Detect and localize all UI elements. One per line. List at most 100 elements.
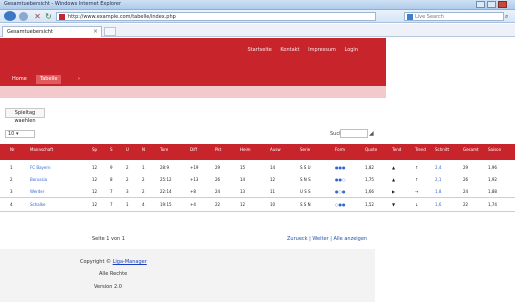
nav-item-active[interactable]: Tabelle (36, 75, 62, 84)
table-cell: 14 (270, 165, 276, 170)
pagination-info: Seite 1 von 1 (92, 236, 125, 242)
copyright-link[interactable]: Liga-Manager (113, 259, 147, 265)
table-cell[interactable]: Borussia (30, 177, 47, 182)
window-titlebar: Gesamtuebersicht - Windows Internet Expl… (0, 0, 515, 10)
browser-search-input[interactable]: Live Search (404, 12, 504, 21)
table-cell: 1,92 (488, 177, 497, 182)
maximize-button[interactable] (487, 1, 496, 8)
col-header[interactable]: Tend (392, 148, 401, 152)
col-header[interactable]: Sp (92, 148, 97, 152)
tab-close-icon[interactable]: × (93, 28, 98, 35)
table-cell: 24 (215, 189, 221, 194)
top-menu: Startseite Kontakt Impressum Login (240, 47, 358, 53)
pagination-links[interactable]: Zurueck | Weiter | Alle anzeigen (287, 236, 367, 242)
rows-per-page-select[interactable]: 10 ▾ (5, 130, 35, 138)
table-cell: 29 (215, 165, 221, 170)
table-cell[interactable]: FC Bayern (30, 165, 51, 170)
table-cell: U S S (300, 189, 311, 194)
table-row[interactable]: 4 Schalke 12 7 1 4 19:15 +4 22 12 10 S S N ○●● 1,52 ▼ ↓… (0, 199, 515, 210)
table-cell: 1,6 (435, 202, 442, 207)
col-header[interactable]: U (126, 148, 129, 152)
sub-navbar (0, 86, 386, 98)
table-cell: ○●● (335, 202, 346, 207)
table-cell: 3 (10, 189, 13, 194)
table-cell: 3 (126, 189, 129, 194)
page-footer: Copyright © Liga-Manager Alle Rechte Ver… (0, 249, 375, 302)
col-header[interactable]: Saison (488, 148, 501, 152)
address-bar[interactable]: http://www.example.com/tabelle/index.php (56, 12, 376, 21)
table-cell: 12 (240, 202, 246, 207)
table-cell: 2,4 (435, 165, 442, 170)
refresh-icon[interactable]: ↻ (44, 12, 53, 21)
table-row[interactable]: 1 FC Bayern 12 9 2 1 28:9 +19 29 15 14 S S U ●●● 1,82… (0, 162, 515, 173)
table-cell: 15 (240, 165, 246, 170)
col-header[interactable]: Diff (190, 148, 197, 152)
table-cell: 13 (240, 189, 246, 194)
top-menu-item[interactable]: Startseite (247, 47, 271, 53)
table-cell: 1,52 (365, 202, 374, 207)
table-cell: 1 (142, 165, 145, 170)
filter-icon[interactable]: ◢ (369, 130, 374, 137)
table-cell: 12 (92, 202, 98, 207)
col-header[interactable]: Ausw (270, 148, 281, 152)
table-cell: ▲ (392, 177, 396, 182)
col-header[interactable]: Form (335, 148, 345, 152)
table-cell: ↓ (415, 202, 419, 207)
table-cell: 26 (215, 177, 221, 182)
col-header[interactable]: Mannschaft (30, 148, 53, 152)
table-cell: 11 (270, 189, 276, 194)
table-cell: 4 (142, 202, 145, 207)
col-header[interactable]: Heim (240, 148, 250, 152)
col-header[interactable]: Pkt (215, 148, 221, 152)
address-text[interactable]: http://www.example.com/tabelle/index.php (68, 14, 176, 20)
col-header[interactable]: N (142, 148, 145, 152)
col-header[interactable]: Schnitt (435, 148, 449, 152)
filter-input[interactable] (340, 129, 368, 138)
table-cell: 22 (215, 202, 221, 207)
table-cell: +8 (190, 189, 196, 194)
search-icon[interactable]: ⌕ (505, 13, 512, 20)
col-header[interactable]: Tore (160, 148, 168, 152)
copyright-prefix: Copyright © (80, 259, 113, 265)
new-tab-button[interactable] (104, 27, 116, 36)
col-header[interactable]: Serie (300, 148, 310, 152)
table-cell: ●○● (335, 189, 346, 194)
table-cell: 10 (270, 202, 276, 207)
table-cell: 26 (463, 177, 469, 182)
col-header[interactable]: S (110, 148, 113, 152)
table-cell: 2 (142, 189, 145, 194)
col-header[interactable]: Gesamt (463, 148, 479, 152)
table-cell[interactable]: Schalke (30, 202, 45, 207)
table-cell: 7 (110, 189, 113, 194)
footer-line: Alle Rechte (99, 271, 128, 277)
top-menu-item[interactable]: Kontakt (280, 47, 299, 53)
table-cell: ●●○ (335, 177, 346, 182)
back-icon[interactable] (4, 11, 16, 21)
footer-line: Version 2.0 (94, 284, 122, 290)
table-cell: 1,82 (365, 165, 374, 170)
col-header[interactable]: Quote (365, 148, 377, 152)
section-button[interactable]: Spieltag waehlen (5, 108, 45, 124)
search-provider-icon (407, 14, 413, 20)
nav-item-home[interactable]: Home (8, 75, 31, 84)
table-row[interactable]: 2 Borussia 12 8 2 2 25:12 +13 26 14 12 S N S ●●○ 1,75… (0, 174, 515, 185)
table-cell: 12 (92, 165, 98, 170)
table-cell: ↑ (415, 165, 419, 170)
table-cell: 1 (10, 165, 13, 170)
table-cell[interactable]: Werder (30, 189, 44, 194)
table-row[interactable]: 3 Werder 12 7 3 2 22:14 +8 24 13 11 U S S ●○● 1,66 ▶ → 1… (0, 186, 515, 197)
window-title: Gesamtuebersicht - Windows Internet Expl… (4, 1, 122, 7)
forward-icon[interactable] (19, 12, 28, 21)
minimize-button[interactable] (476, 1, 485, 8)
table-cell: 2 (142, 177, 145, 182)
top-menu-item[interactable]: Impressum (308, 47, 336, 53)
browser-tab[interactable]: Gesamtuebersicht × (2, 26, 102, 37)
table-cell: 1,8 (435, 189, 442, 194)
stop-icon[interactable]: ✕ (33, 12, 42, 21)
top-menu-item[interactable]: Login (345, 47, 359, 53)
nav-more[interactable]: › (74, 75, 84, 84)
table-cell: 25:12 (160, 177, 172, 182)
col-header[interactable]: Trend (415, 148, 426, 152)
col-header[interactable]: Nr (10, 148, 15, 152)
close-window-button[interactable] (498, 1, 507, 8)
